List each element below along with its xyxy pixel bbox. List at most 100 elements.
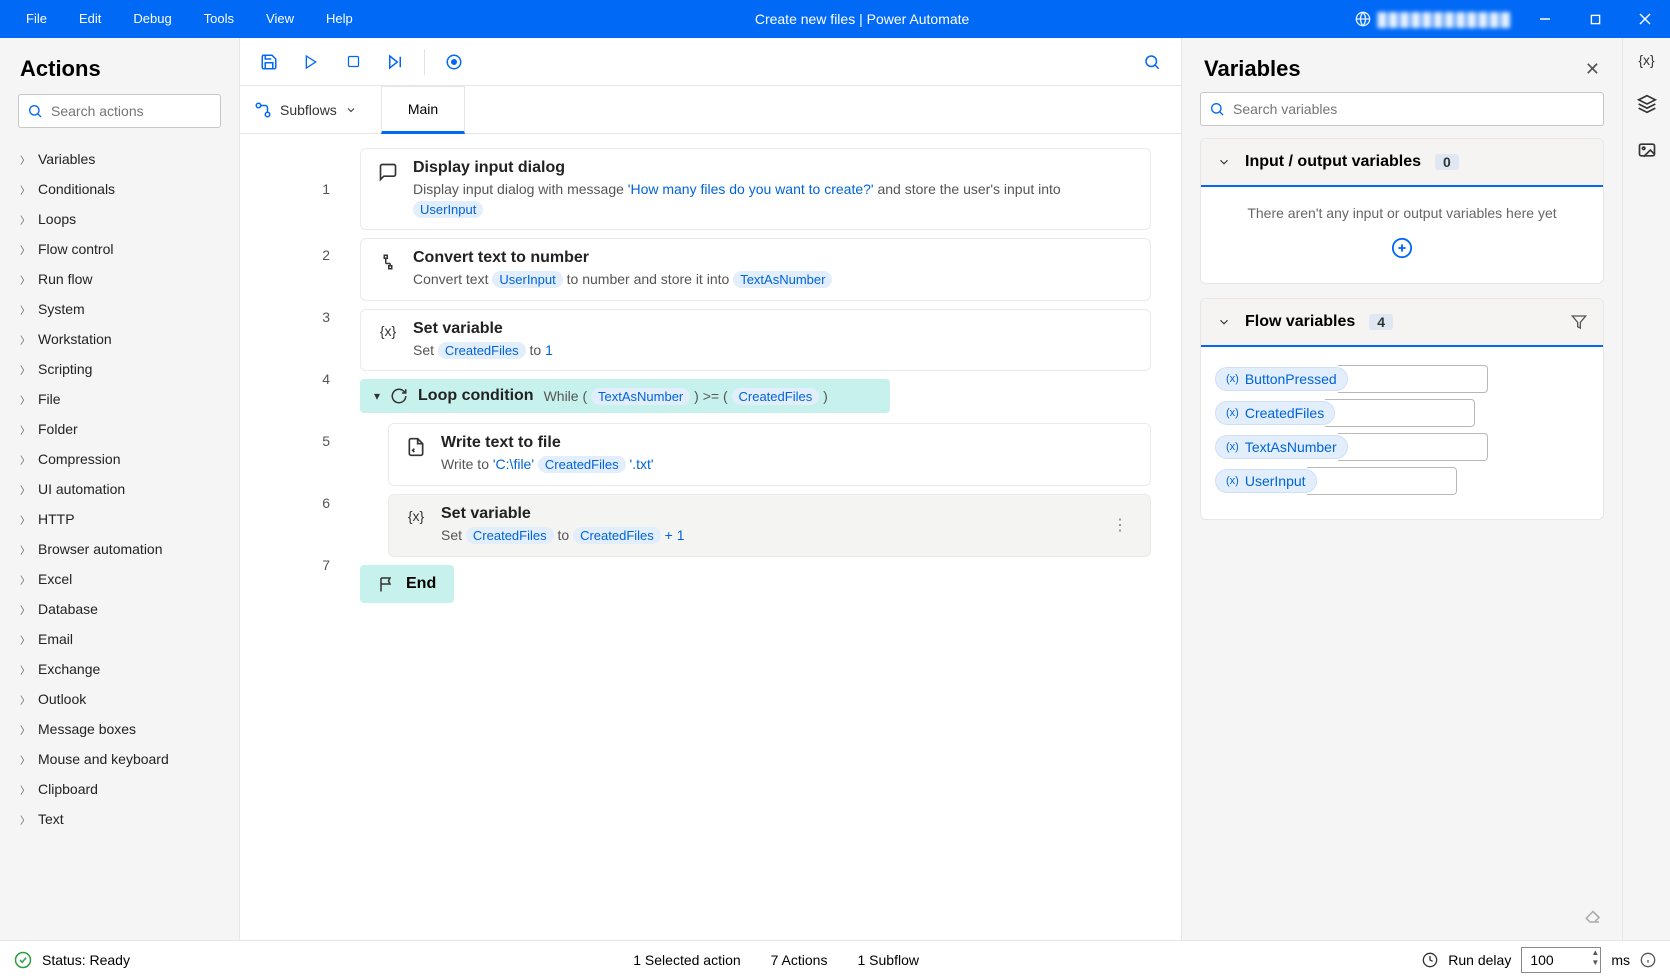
line-number: 7 — [240, 534, 360, 596]
variables-rail-button[interactable]: {x} — [1638, 52, 1654, 68]
menu-view[interactable]: View — [250, 0, 310, 38]
step-description: Write to 'C:\file' CreatedFiles '.txt' — [441, 455, 1134, 475]
category-label: File — [38, 391, 61, 407]
flow-variable-row[interactable]: (x) ButtonPressed — [1209, 365, 1595, 393]
variable-chip[interactable]: (x) CreatedFiles — [1215, 401, 1335, 425]
step-display-input-dialog[interactable]: Display input dialog Display input dialo… — [360, 148, 1151, 230]
delay-down-button[interactable]: ▼ — [1591, 958, 1599, 968]
variable-icon: {x} — [377, 320, 399, 339]
close-panel-button[interactable]: ✕ — [1585, 59, 1600, 80]
category-item[interactable]: 〉Excel — [0, 564, 239, 594]
search-button[interactable] — [1133, 43, 1171, 81]
category-item[interactable]: 〉Folder — [0, 414, 239, 444]
category-item[interactable]: 〉Scripting — [0, 354, 239, 384]
clock-icon — [1422, 952, 1438, 968]
right-rail: {x} — [1622, 38, 1670, 940]
chevron-right-icon: 〉 — [20, 722, 32, 737]
run-delay-input[interactable] — [1521, 947, 1601, 973]
menu-edit[interactable]: Edit — [63, 0, 117, 38]
delay-up-button[interactable]: ▲ — [1591, 948, 1599, 958]
category-item[interactable]: 〉Text — [0, 804, 239, 834]
category-item[interactable]: 〉Clipboard — [0, 774, 239, 804]
flow-designer[interactable]: 1 2 3 4 5 6 7 Display input dialog Displ… — [240, 134, 1181, 940]
variable-chip[interactable]: (x) UserInput — [1215, 469, 1317, 493]
chevron-down-icon — [345, 104, 357, 116]
category-item[interactable]: 〉Browser automation — [0, 534, 239, 564]
category-item[interactable]: 〉HTTP — [0, 504, 239, 534]
subflows-dropdown[interactable]: Subflows — [240, 101, 371, 119]
layers-icon[interactable] — [1637, 94, 1657, 114]
category-label: Mouse and keyboard — [38, 751, 169, 767]
category-item[interactable]: 〉Outlook — [0, 684, 239, 714]
images-icon[interactable] — [1637, 140, 1657, 160]
category-item[interactable]: 〉Compression — [0, 444, 239, 474]
step-set-variable-1[interactable]: {x} Set variable Set CreatedFiles to 1 — [360, 309, 1151, 372]
category-item[interactable]: 〉Mouse and keyboard — [0, 744, 239, 774]
category-item[interactable]: 〉File — [0, 384, 239, 414]
category-item[interactable]: 〉Variables — [0, 144, 239, 174]
category-label: Conditionals — [38, 181, 115, 197]
stop-button[interactable] — [334, 43, 372, 81]
chevron-right-icon: 〉 — [20, 482, 32, 497]
category-item[interactable]: 〉Flow control — [0, 234, 239, 264]
actions-search-input[interactable] — [51, 103, 232, 119]
variable-chip[interactable]: (x) TextAsNumber — [1215, 435, 1348, 459]
eraser-icon[interactable] — [1584, 907, 1602, 925]
record-button[interactable] — [435, 43, 473, 81]
variables-search[interactable] — [1200, 92, 1604, 126]
step-convert-text-to-number[interactable]: Convert text to number Convert text User… — [360, 238, 1151, 301]
step-button[interactable] — [376, 43, 414, 81]
category-item[interactable]: 〉Workstation — [0, 324, 239, 354]
chevron-right-icon: 〉 — [20, 572, 32, 587]
category-item[interactable]: 〉Email — [0, 624, 239, 654]
tab-main[interactable]: Main — [381, 86, 465, 134]
category-item[interactable]: 〉Exchange — [0, 654, 239, 684]
category-item[interactable]: 〉System — [0, 294, 239, 324]
category-item[interactable]: 〉Run flow — [0, 264, 239, 294]
step-title: End — [406, 575, 436, 593]
variable-chip[interactable]: (x) ButtonPressed — [1215, 367, 1348, 391]
chevron-down-icon — [1217, 315, 1231, 329]
variable-value-box — [1338, 433, 1488, 461]
menu-tools[interactable]: Tools — [188, 0, 250, 38]
info-icon[interactable] — [1640, 952, 1656, 968]
category-item[interactable]: 〉Database — [0, 594, 239, 624]
step-description: Display input dialog with message 'How m… — [413, 180, 1134, 219]
step-write-text-to-file[interactable]: Write text to file Write to 'C:\file' Cr… — [388, 423, 1151, 486]
chevron-right-icon: 〉 — [20, 362, 32, 377]
flow-variable-row[interactable]: (x) TextAsNumber — [1209, 433, 1595, 461]
step-end[interactable]: End — [360, 565, 454, 603]
step-description: Convert text UserInput to number and sto… — [413, 270, 1134, 290]
category-item[interactable]: 〉Conditionals — [0, 174, 239, 204]
menu-help[interactable]: Help — [310, 0, 369, 38]
step-loop-condition[interactable]: ▾ Loop condition While ( TextAsNumber ) … — [360, 379, 890, 413]
add-io-variable-button[interactable] — [1219, 237, 1585, 265]
chevron-right-icon: 〉 — [20, 332, 32, 347]
menu-debug[interactable]: Debug — [117, 0, 187, 38]
io-variables-header[interactable]: Input / output variables 0 — [1201, 139, 1603, 187]
category-item[interactable]: 〉UI automation — [0, 474, 239, 504]
environment-indicator[interactable]: ████████████ — [1355, 11, 1512, 27]
run-button[interactable] — [292, 43, 330, 81]
close-button[interactable] — [1620, 0, 1670, 38]
actions-search[interactable] — [18, 94, 221, 128]
minimize-button[interactable] — [1520, 0, 1570, 38]
step-description: Set CreatedFiles to 1 — [413, 341, 1134, 361]
save-button[interactable] — [250, 43, 288, 81]
filter-icon[interactable] — [1571, 314, 1587, 330]
actions-category-list[interactable]: 〉Variables〉Conditionals〉Loops〉Flow contr… — [0, 138, 239, 940]
chevron-right-icon: 〉 — [20, 152, 32, 167]
menu-file[interactable]: File — [10, 0, 63, 38]
variables-search-input[interactable] — [1233, 101, 1595, 117]
category-item[interactable]: 〉Message boxes — [0, 714, 239, 744]
step-set-variable-2[interactable]: {x} Set variable Set CreatedFiles to Cre… — [388, 494, 1151, 557]
flow-variables-header[interactable]: Flow variables 4 — [1201, 299, 1603, 347]
dialog-icon — [377, 159, 399, 182]
maximize-button[interactable] — [1570, 0, 1620, 38]
step-title: Display input dialog — [413, 159, 1134, 177]
more-actions-button[interactable]: ⋮ — [1106, 515, 1134, 535]
flow-variable-row[interactable]: (x) UserInput — [1209, 467, 1595, 495]
category-item[interactable]: 〉Loops — [0, 204, 239, 234]
window-controls — [1520, 0, 1670, 38]
flow-variable-row[interactable]: (x) CreatedFiles — [1209, 399, 1595, 427]
